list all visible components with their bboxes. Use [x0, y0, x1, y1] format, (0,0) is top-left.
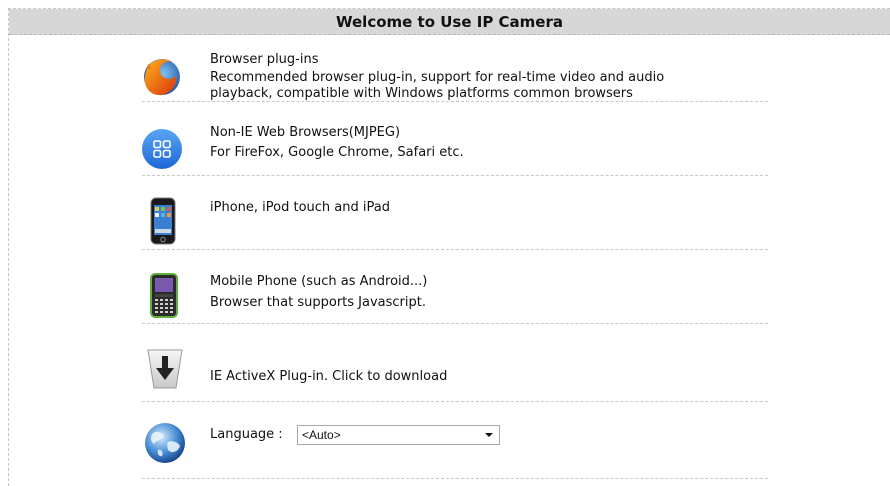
separator	[142, 101, 768, 102]
separator	[142, 401, 768, 402]
mobile-phone-icon	[150, 272, 180, 324]
browser-plugins-option[interactable]: Browser plug-ins Recommended browser plu…	[138, 52, 768, 102]
ie-activex-download-option[interactable]: IE ActiveX Plug-in. Click to download	[138, 346, 768, 396]
browser-plugins-desc: Recommended browser plug-in, support for…	[210, 70, 665, 85]
page-title: Welcome to Use IP Camera	[9, 9, 890, 35]
iphone-option[interactable]: iPhone, iPod touch and iPad	[138, 196, 768, 246]
firefox-icon	[138, 52, 186, 104]
language-selected-value: <Auto>	[302, 428, 341, 442]
separator	[142, 323, 768, 324]
non-ie-browsers-option[interactable]: Non-IE Web Browsers(MJPEG) For FireFox, …	[138, 125, 768, 175]
mobile-phone-desc: Browser that supports Javascript.	[210, 295, 426, 310]
language-select[interactable]: <Auto>	[297, 425, 500, 445]
download-arrow-icon	[146, 348, 184, 394]
language-row: Language : <Auto>	[138, 416, 768, 468]
separator	[142, 249, 768, 250]
chevron-down-icon	[485, 433, 493, 437]
separator	[142, 175, 768, 176]
separator	[142, 478, 768, 479]
iphone-icon	[148, 196, 178, 250]
iphone-title: iPhone, iPod touch and iPad	[210, 200, 390, 215]
ie-activex-title: IE ActiveX Plug-in. Click to download	[210, 369, 448, 384]
globe-icon	[142, 420, 188, 470]
language-label: Language :	[210, 427, 283, 442]
non-ie-desc: For FireFox, Google Chrome, Safari etc.	[210, 145, 464, 160]
browser-plugins-desc-2: playback, compatible with Windows platfo…	[210, 86, 633, 101]
mobile-phone-option[interactable]: Mobile Phone (such as Android...) Browse…	[138, 270, 768, 320]
mobile-phone-title: Mobile Phone (such as Android...)	[210, 274, 428, 289]
browser-plugins-title: Browser plug-ins	[210, 52, 319, 67]
non-ie-title: Non-IE Web Browsers(MJPEG)	[210, 125, 401, 140]
grid-apps-icon	[138, 125, 186, 177]
